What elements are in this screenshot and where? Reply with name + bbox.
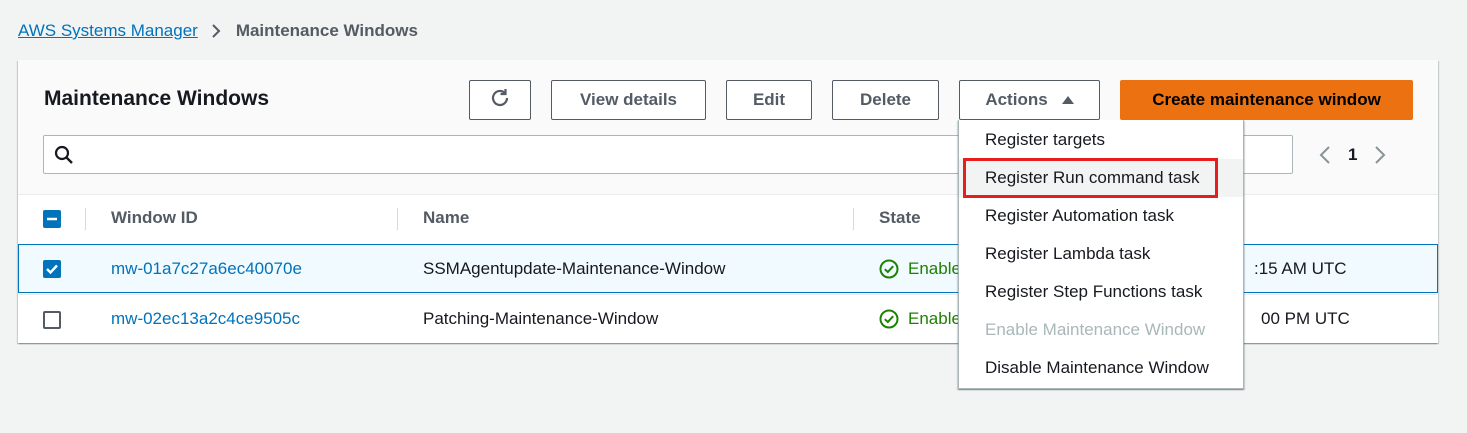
- next-execution-time: :15 AM UTC: [1254, 259, 1347, 278]
- page-number[interactable]: 1: [1348, 145, 1357, 165]
- search-icon: [54, 145, 74, 170]
- row-checkbox[interactable]: [43, 260, 61, 278]
- actions-dropdown-menu: Register targets Register Run command ta…: [958, 120, 1244, 389]
- select-all-checkbox[interactable]: [43, 210, 61, 228]
- breadcrumb-link-systems-manager[interactable]: AWS Systems Manager: [18, 21, 198, 41]
- menu-item-register-lambda-task[interactable]: Register Lambda task: [959, 235, 1243, 273]
- menu-item-register-step-functions-task[interactable]: Register Step Functions task: [959, 273, 1243, 311]
- check-circle-icon: [879, 309, 899, 329]
- search-input[interactable]: [84, 142, 1084, 167]
- column-divider: [853, 208, 854, 230]
- menu-item-register-run-command-task[interactable]: Register Run command task: [959, 159, 1243, 197]
- chevron-right-icon: [210, 23, 222, 39]
- next-execution-time: 00 PM UTC: [1261, 309, 1350, 328]
- refresh-icon: [489, 87, 511, 114]
- column-divider: [85, 208, 86, 230]
- menu-item-register-automation-task[interactable]: Register Automation task: [959, 197, 1243, 235]
- refresh-button[interactable]: [469, 80, 531, 120]
- delete-button[interactable]: Delete: [832, 80, 939, 120]
- create-maintenance-window-button[interactable]: Create maintenance window: [1120, 80, 1413, 120]
- actions-button[interactable]: Actions: [959, 80, 1100, 120]
- status-badge: Enabled: [879, 309, 970, 329]
- next-page-icon[interactable]: [1373, 145, 1387, 165]
- check-circle-icon: [879, 259, 899, 279]
- column-header-name[interactable]: Name: [423, 208, 469, 228]
- menu-item-disable-maintenance-window[interactable]: Disable Maintenance Window: [959, 349, 1243, 387]
- breadcrumb-current: Maintenance Windows: [235, 21, 418, 40]
- column-header-window-id[interactable]: Window ID: [111, 208, 198, 228]
- column-divider: [397, 208, 398, 230]
- menu-item-enable-maintenance-window: Enable Maintenance Window: [985, 320, 1206, 339]
- caret-up-icon: [1061, 95, 1074, 105]
- actions-label: Actions: [985, 90, 1048, 109]
- status-badge: Enabled: [879, 259, 970, 279]
- window-name: SSMAgentupdate-Maintenance-Window: [423, 259, 726, 278]
- window-id-link[interactable]: mw-02ec13a2c4ce9505c: [111, 309, 300, 329]
- page-title: Maintenance Windows: [44, 87, 270, 110]
- row-checkbox[interactable]: [43, 311, 61, 329]
- view-details-button[interactable]: View details: [551, 80, 706, 120]
- menu-item-register-targets[interactable]: Register targets: [959, 121, 1243, 159]
- edit-button[interactable]: Edit: [726, 80, 812, 120]
- column-header-state[interactable]: State: [879, 208, 921, 228]
- window-name: Patching-Maintenance-Window: [423, 309, 659, 328]
- breadcrumb: AWS Systems Manager Maintenance Windows: [18, 20, 418, 42]
- previous-page-icon[interactable]: [1318, 145, 1332, 165]
- pagination: 1: [1318, 142, 1387, 168]
- window-id-link[interactable]: mw-01a7c27a6ec40070e: [111, 259, 302, 279]
